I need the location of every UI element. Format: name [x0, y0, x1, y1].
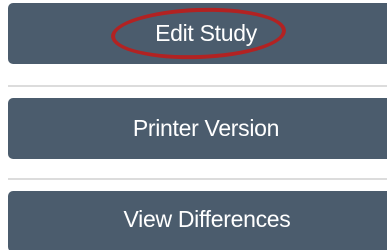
- view-differences-label: View Differences: [123, 206, 291, 232]
- edit-study-button[interactable]: Edit Study: [8, 3, 387, 64]
- view-differences-button[interactable]: View Differences: [8, 191, 387, 250]
- printer-version-label: Printer Version: [132, 115, 280, 141]
- divider: [8, 85, 387, 87]
- divider: [8, 178, 387, 180]
- study-actions-panel: Edit Study Printer Version View Differen…: [0, 0, 387, 250]
- printer-version-button[interactable]: Printer Version: [8, 98, 387, 159]
- edit-study-label: Edit Study: [155, 20, 257, 46]
